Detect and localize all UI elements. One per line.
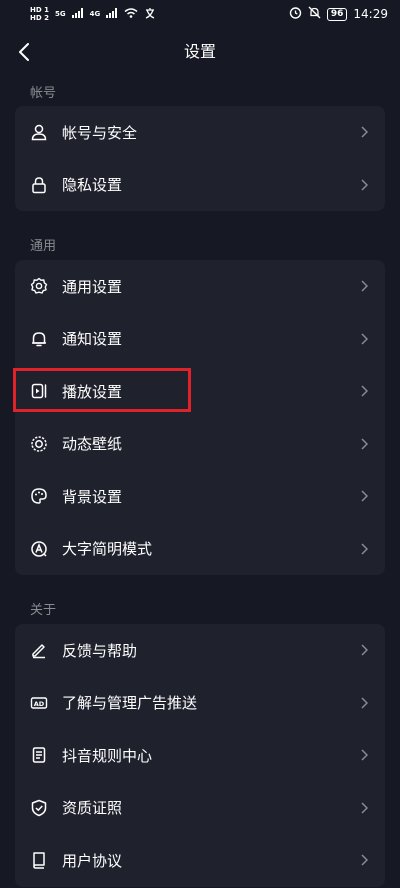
row-rules-center[interactable]: 抖音规则中心: [15, 729, 385, 782]
chevron-right-icon: [359, 490, 369, 502]
row-privacy-settings[interactable]: 隐私设置: [15, 159, 385, 212]
signal-icon-2: [106, 7, 118, 21]
hd-top: HD 1: [30, 6, 49, 14]
row-label: 了解与管理广告推送: [62, 694, 198, 713]
row-live-wallpaper[interactable]: 动态壁纸: [15, 418, 385, 471]
wifi-icon: [124, 7, 138, 21]
row-user-agreement[interactable]: 用户协议: [15, 834, 385, 887]
row-label: 通知设置: [62, 330, 123, 349]
shield-check-icon: [29, 798, 49, 818]
row-ad-management[interactable]: AD 了解与管理广告推送: [15, 677, 385, 730]
header: 设置: [0, 28, 400, 76]
pen-icon: [29, 640, 49, 660]
chevron-right-icon: [359, 644, 369, 656]
row-label: 帐号与安全: [62, 123, 138, 142]
row-large-text-mode[interactable]: 大字简明模式: [15, 523, 385, 576]
row-notification-settings[interactable]: 通知设置: [15, 313, 385, 366]
row-general-settings[interactable]: 通用设置: [15, 260, 385, 313]
row-label: 大字简明模式: [62, 540, 153, 559]
chevron-right-icon: [359, 179, 369, 191]
row-background-settings[interactable]: 背景设置: [15, 470, 385, 523]
document-icon: [29, 745, 49, 765]
row-feedback-help[interactable]: 反馈与帮助: [15, 624, 385, 677]
hd-indicator: HD 1 HD 2: [30, 6, 49, 22]
chevron-right-icon: [359, 543, 369, 555]
card-about: 反馈与帮助 AD 了解与管理广告推送 抖音规则中心 资质证照 用户协议: [15, 624, 385, 887]
row-account-security[interactable]: 帐号与安全: [15, 106, 385, 159]
chevron-right-icon: [359, 749, 369, 761]
section-title-about: 关于: [30, 603, 57, 618]
svg-text:AD: AD: [34, 700, 45, 708]
chevron-right-icon: [359, 333, 369, 345]
mute-bell-icon: [308, 6, 321, 22]
chevron-right-icon: [359, 438, 369, 450]
network-4g: 4G: [89, 10, 101, 18]
card-account: 帐号与安全 隐私设置: [15, 106, 385, 211]
chevron-right-icon: [359, 126, 369, 138]
row-label: 资质证照: [62, 799, 123, 818]
row-label: 动态壁纸: [62, 435, 123, 454]
row-label: 隐私设置: [62, 176, 123, 195]
live-wallpaper-icon: [29, 434, 49, 454]
row-playback-settings[interactable]: 播放设置: [15, 365, 385, 418]
chevron-right-icon: [359, 854, 369, 866]
page-title: 设置: [183, 42, 216, 61]
clock-time: 14:29: [353, 7, 388, 21]
status-bar: HD 1 HD 2 5G 4G 96 14:29: [0, 0, 400, 28]
gear-icon: [29, 276, 49, 296]
chevron-right-icon: [359, 280, 369, 292]
chevron-right-icon: [359, 385, 369, 397]
row-label: 用户协议: [62, 851, 123, 870]
chevron-right-icon: [359, 802, 369, 814]
row-label: 背景设置: [62, 487, 123, 506]
user-icon: [29, 122, 49, 142]
card-general: 通用设置 通知设置 播放设置 动态壁纸 背景设置 大字简明模式: [15, 260, 385, 575]
play-settings-icon: [29, 381, 49, 401]
row-qualifications[interactable]: 资质证照: [15, 782, 385, 835]
large-text-icon: [29, 539, 49, 559]
network-5g: 5G: [54, 10, 66, 18]
lock-icon: [29, 175, 49, 195]
bell-icon: [29, 329, 49, 349]
row-label: 抖音规则中心: [62, 746, 153, 765]
palette-icon: [29, 486, 49, 506]
battery-indicator: 96: [326, 7, 348, 21]
ad-icon: AD: [29, 693, 49, 713]
hd-bottom: HD 2: [30, 14, 49, 22]
row-label: 通用设置: [62, 277, 123, 296]
row-label: 播放设置: [62, 382, 123, 401]
signal-icon: [71, 7, 84, 21]
translate-icon: [144, 7, 156, 22]
section-title-general: 通用: [30, 239, 57, 254]
section-title-account: 帐号: [30, 86, 57, 101]
row-label: 反馈与帮助: [62, 641, 138, 660]
book-icon: [29, 850, 49, 870]
chevron-right-icon: [359, 697, 369, 709]
alarm-icon: [289, 6, 302, 22]
